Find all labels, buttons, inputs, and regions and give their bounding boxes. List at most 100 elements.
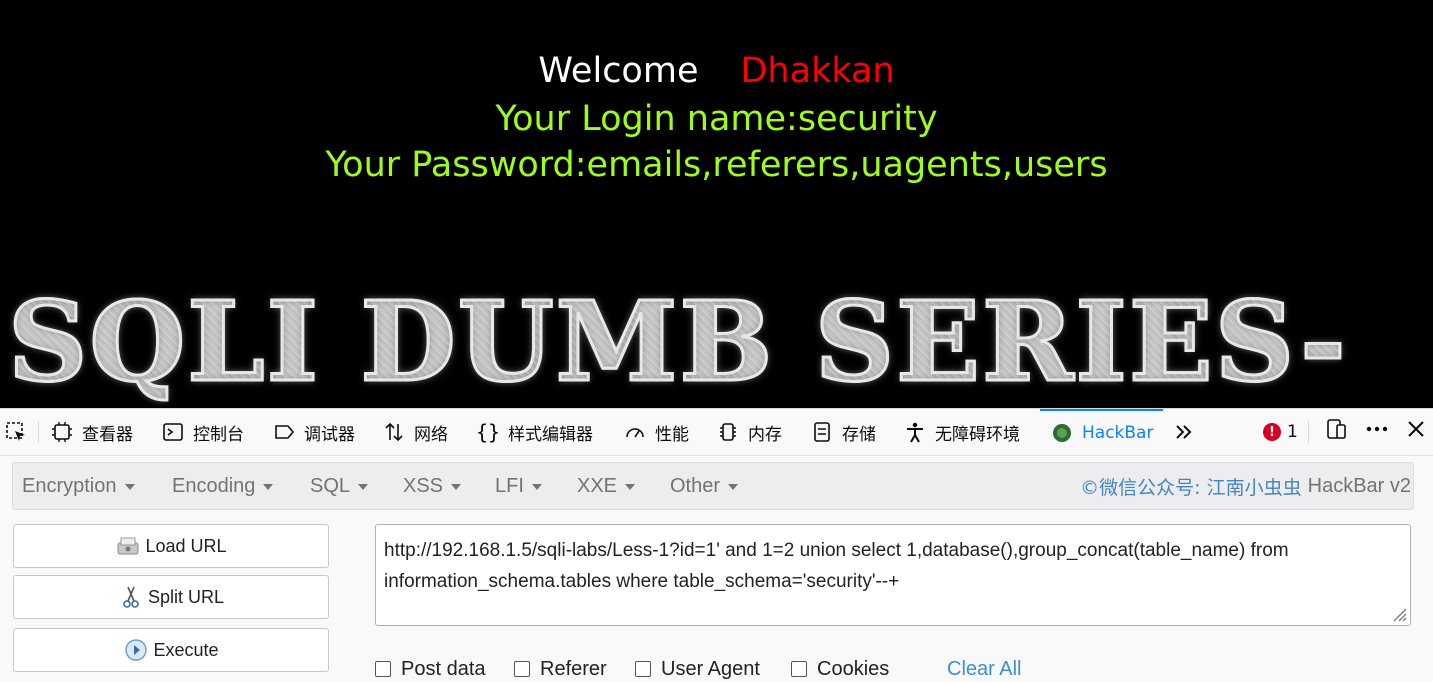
checkbox-box[interactable]: [375, 661, 391, 677]
sqli-dumb-series-banner: SQLI DUMB SERIES-: [7, 277, 1348, 406]
caret-down-icon: [728, 484, 739, 490]
user-agent-checkbox[interactable]: User Agent: [635, 656, 760, 682]
tab-style-editor[interactable]: {} 样式编辑器: [476, 409, 593, 455]
url-line-1: http://192.168.1.5/sqli-labs/Less-1?id=1…: [384, 540, 1289, 561]
load-url-icon: [115, 533, 141, 559]
split-url-button[interactable]: Split URL: [13, 575, 329, 619]
tab-storage[interactable]: 存储: [810, 409, 876, 455]
responsive-design-icon: [1324, 417, 1348, 446]
load-url-label: Load URL: [145, 535, 227, 556]
menu-lfi[interactable]: LFI: [495, 463, 542, 509]
cookies-checkbox[interactable]: Cookies: [791, 656, 889, 682]
tab-label: 网络: [414, 424, 448, 445]
menu-encoding[interactable]: Encoding: [172, 463, 274, 509]
checkbox-box[interactable]: [514, 661, 530, 677]
tab-label: 样式编辑器: [508, 424, 593, 445]
more-tabs-button[interactable]: [1172, 409, 1204, 455]
performance-icon: [623, 420, 647, 444]
devtools-toolbar: 查看器 控制台 调试器 网络 {} 样式编辑器 性能 内存 存储 无障碍环境 H…: [0, 408, 1433, 456]
tab-memory[interactable]: 内存: [716, 409, 782, 455]
hackbar-icon: [1050, 421, 1074, 445]
password-line: Your Password:emails,referers,uagents,us…: [325, 145, 1108, 185]
menu-encryption[interactable]: Encryption: [22, 463, 135, 509]
tab-label: 调试器: [304, 424, 355, 445]
tab-hackbar[interactable]: HackBar: [1040, 409, 1164, 455]
tab-label: 存储: [842, 424, 876, 445]
menu-label: LFI: [495, 474, 524, 497]
tab-label: HackBar: [1082, 423, 1154, 443]
storage-icon: [810, 420, 834, 444]
caret-down-icon: [124, 484, 135, 490]
resize-grip-icon[interactable]: [1388, 603, 1408, 623]
close-icon: [1405, 418, 1427, 445]
network-icon: [382, 420, 406, 444]
login-name-line: Your Login name:security: [495, 99, 938, 139]
caret-down-icon: [625, 484, 636, 490]
url-line-2: information_schema.tables where table_sc…: [384, 571, 900, 592]
style-editor-icon: {}: [475, 420, 501, 444]
welcome-label: Welcome: [538, 51, 699, 91]
play-icon: [123, 637, 149, 663]
debugger-icon: [272, 420, 296, 444]
toolbar-divider: [1308, 421, 1309, 443]
close-devtools-button[interactable]: [1402, 417, 1430, 445]
split-url-label: Split URL: [147, 586, 225, 607]
tab-console[interactable]: 控制台: [161, 409, 244, 455]
memory-icon: [716, 420, 740, 444]
error-icon: !: [1263, 423, 1281, 441]
execute-button[interactable]: Execute: [13, 628, 329, 672]
web-page: Welcome Dhakkan Your Login name:security …: [0, 0, 1433, 408]
menu-label: XXE: [577, 474, 618, 497]
menu-label: Other: [670, 474, 721, 497]
checkbox-box[interactable]: [635, 661, 651, 677]
checkbox-label: Cookies: [817, 657, 890, 680]
hackbar-brand: ©微信公众号: 江南小虫虫 HackBar v2: [1080, 463, 1411, 509]
checkbox-label: Referer: [540, 657, 607, 680]
checkbox-label: User Agent: [661, 657, 760, 680]
scissors-icon: [118, 584, 144, 610]
hackbar-menu-bar: Encryption Encoding SQL XSS LFI XXE Othe…: [12, 462, 1414, 510]
toolbar-divider: [38, 421, 39, 443]
url-textarea[interactable]: http://192.168.1.5/sqli-labs/Less-1?id=1…: [375, 524, 1411, 626]
post-data-checkbox[interactable]: Post data: [375, 656, 486, 682]
menu-xss[interactable]: XSS: [403, 463, 462, 509]
tab-accessibility[interactable]: 无障碍环境: [903, 409, 1020, 455]
clear-all-link[interactable]: Clear All: [947, 656, 1021, 682]
checkbox-label: Post data: [401, 657, 486, 680]
menu-label: Encoding: [172, 474, 256, 497]
element-picker-button[interactable]: [4, 409, 36, 455]
options-menu-button[interactable]: [1363, 417, 1391, 445]
tab-label: 无障碍环境: [935, 424, 1020, 445]
tab-label: 内存: [748, 424, 782, 445]
menu-label: Encryption: [22, 474, 117, 497]
tab-performance[interactable]: 性能: [623, 409, 689, 455]
menu-sql[interactable]: SQL: [310, 463, 369, 509]
caret-down-icon: [263, 484, 274, 490]
tab-label: 性能: [655, 424, 689, 445]
accessibility-icon: [903, 420, 927, 444]
brand-version: HackBar v2: [1307, 474, 1411, 497]
console-icon: [161, 420, 185, 444]
inspector-icon: [50, 420, 74, 444]
double-chevron-right-icon: [1172, 420, 1196, 444]
caret-down-icon: [358, 484, 369, 490]
tab-label: 控制台: [193, 424, 244, 445]
responsive-design-button[interactable]: [1322, 417, 1350, 445]
brand-text: ©微信公众号: 江南小虫虫: [1080, 476, 1302, 499]
referer-checkbox[interactable]: Referer: [514, 656, 607, 682]
checkbox-box[interactable]: [791, 661, 807, 677]
error-count-badge[interactable]: ! 1: [1263, 422, 1298, 442]
load-url-button[interactable]: Load URL: [13, 524, 329, 568]
menu-label: SQL: [310, 474, 351, 497]
execute-label: Execute: [153, 639, 219, 660]
tab-label: 查看器: [82, 424, 133, 445]
tab-network[interactable]: 网络: [382, 409, 448, 455]
welcome-name: Dhakkan: [740, 51, 895, 91]
tab-inspector[interactable]: 查看器: [50, 409, 133, 455]
menu-other[interactable]: Other: [670, 463, 739, 509]
tab-debugger[interactable]: 调试器: [272, 409, 355, 455]
caret-down-icon: [531, 484, 542, 490]
menu-xxe[interactable]: XXE: [577, 463, 636, 509]
more-options-icon: [1365, 417, 1389, 446]
caret-down-icon: [451, 484, 462, 490]
